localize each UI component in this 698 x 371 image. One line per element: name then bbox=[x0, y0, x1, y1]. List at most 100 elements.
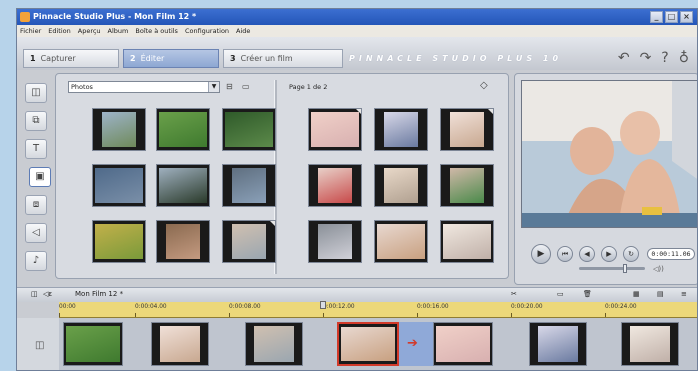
menus-tab-icon[interactable]: ⧈ bbox=[25, 195, 47, 215]
mode-tab-bar: 1 Capturer 2 Éditer 3 Créer un film PINNACL… bbox=[17, 37, 697, 70]
menu-setup[interactable]: Configuration bbox=[185, 25, 229, 37]
menu-toolbox[interactable]: Boîte à outils bbox=[135, 25, 178, 37]
transition-slot[interactable]: ➔ bbox=[399, 322, 433, 366]
album-thumbnail[interactable] bbox=[440, 108, 494, 151]
volume-icon[interactable]: ◁)) bbox=[653, 265, 664, 273]
album-thumbnail[interactable] bbox=[374, 220, 428, 263]
album-tabs: ◫ ⧉ T ▣ ⧈ ◁ ♪ bbox=[21, 73, 51, 285]
album-thumbnail[interactable] bbox=[156, 164, 210, 207]
arrow-right-icon: ➔ bbox=[407, 336, 418, 351]
titles-tab-icon[interactable]: T bbox=[25, 139, 47, 159]
thumbnail-image bbox=[166, 224, 200, 259]
thumbnail-image bbox=[95, 224, 143, 259]
scrubber-knob[interactable] bbox=[623, 264, 627, 273]
thumbnail-image bbox=[159, 168, 207, 203]
timeline-playhead[interactable] bbox=[320, 301, 326, 309]
album-thumbnail[interactable] bbox=[374, 164, 428, 207]
dropdown-value: Photos bbox=[71, 83, 93, 91]
minimize-button[interactable]: _ bbox=[650, 11, 663, 23]
storyboard-icon[interactable]: ▭ bbox=[557, 290, 564, 298]
album-thumbnail[interactable] bbox=[92, 164, 146, 207]
thumbnail-image bbox=[102, 112, 136, 147]
sound-effects-tab-icon[interactable]: ◁ bbox=[25, 223, 47, 243]
preview-screen bbox=[521, 80, 697, 228]
next-page-icon[interactable]: ◇ bbox=[480, 80, 488, 91]
audio-toolbox-icon[interactable]: ◁ε bbox=[43, 290, 52, 298]
menu-album[interactable]: Album bbox=[108, 25, 129, 37]
album-thumbnail[interactable] bbox=[222, 220, 276, 263]
album-thumbnail[interactable] bbox=[156, 108, 210, 151]
thumbnail-image bbox=[311, 112, 359, 147]
razor-icon[interactable]: ✂ bbox=[511, 290, 517, 298]
album-thumbnail[interactable] bbox=[308, 164, 362, 207]
list-view-icon[interactable]: ≡ bbox=[681, 290, 687, 298]
timeline-ruler[interactable]: 00:00 0:00:04.00 0:00:08.00 0:00:12.00 0:00:… bbox=[59, 302, 697, 318]
tab-label: Créer un film bbox=[240, 54, 293, 63]
ruler-tick-label: 0:00:04.00 bbox=[135, 304, 167, 310]
menu-help[interactable]: Aide bbox=[236, 25, 250, 37]
tab-label: Éditer bbox=[140, 54, 165, 63]
ruler-tick bbox=[229, 313, 230, 317]
tab-edit[interactable]: 2 Éditer bbox=[123, 49, 219, 68]
timeline-clip[interactable] bbox=[337, 322, 399, 366]
timeline-clip[interactable] bbox=[245, 322, 303, 366]
text-view-icon[interactable]: ▤ bbox=[657, 290, 664, 298]
album-section-dropdown[interactable]: Photos ▼ bbox=[68, 81, 220, 93]
timeline-clip[interactable] bbox=[433, 322, 493, 366]
album-thumbnail[interactable] bbox=[222, 164, 276, 207]
tab-number: 3 bbox=[230, 54, 236, 63]
album-thumbnail[interactable] bbox=[440, 164, 494, 207]
track-header: ◫ bbox=[17, 318, 60, 370]
loop-button[interactable]: ↻ bbox=[623, 246, 639, 262]
album-thumbnail[interactable] bbox=[440, 220, 494, 263]
help-icon[interactable]: ? bbox=[661, 50, 668, 66]
timeline-clip[interactable] bbox=[63, 322, 123, 366]
video-tab-icon[interactable]: ◫ bbox=[25, 83, 47, 103]
timecode-display[interactable]: 0:00:11.06 bbox=[647, 248, 695, 260]
maximize-button[interactable]: □ bbox=[665, 11, 678, 23]
project-title: Mon Film 12 * bbox=[75, 290, 124, 298]
clip-image bbox=[436, 326, 490, 362]
step-forward-button[interactable]: ▶ bbox=[601, 246, 617, 262]
clip-image bbox=[341, 327, 395, 361]
album-thumbnail[interactable] bbox=[156, 220, 210, 263]
album-thumbnail[interactable] bbox=[92, 220, 146, 263]
thumbnail-image bbox=[159, 112, 207, 147]
music-tab-icon[interactable]: ♪ bbox=[25, 251, 47, 271]
open-folder-icon[interactable]: ⊟ bbox=[226, 82, 233, 91]
scrubber-track[interactable] bbox=[579, 264, 645, 273]
tab-capture[interactable]: 1 Capturer bbox=[23, 49, 119, 68]
timeline-clip[interactable] bbox=[151, 322, 209, 366]
redo-icon[interactable]: ↷ bbox=[640, 50, 652, 66]
tab-make-movie[interactable]: 3 Créer un film bbox=[223, 49, 343, 68]
bulb-icon[interactable]: ♁ bbox=[679, 50, 689, 66]
thumbnail-image bbox=[450, 168, 484, 203]
photos-tab-icon[interactable]: ▣ bbox=[29, 167, 51, 187]
timeline-clip[interactable] bbox=[529, 322, 587, 366]
album-thumbnail[interactable] bbox=[308, 108, 362, 151]
transitions-tab-icon[interactable]: ⧉ bbox=[25, 111, 47, 131]
play-button[interactable]: ▶ bbox=[531, 244, 551, 264]
folder-icon[interactable]: ▭ bbox=[242, 82, 250, 91]
movie-window-icon[interactable]: ◫ bbox=[31, 290, 38, 298]
step-back-button[interactable]: ◀ bbox=[579, 246, 595, 262]
tab-number: 1 bbox=[30, 54, 36, 63]
timeline-view-icon[interactable]: ▦ bbox=[633, 290, 640, 298]
rewind-button[interactable]: ⏮ bbox=[557, 246, 573, 262]
undo-icon[interactable]: ↶ bbox=[618, 50, 630, 66]
menu-preview[interactable]: Aperçu bbox=[78, 25, 101, 37]
clip-image bbox=[538, 326, 578, 362]
album-thumbnail[interactable] bbox=[308, 220, 362, 263]
clip-image bbox=[254, 326, 294, 362]
menu-file[interactable]: Fichier bbox=[20, 25, 41, 37]
close-button[interactable]: × bbox=[680, 11, 693, 23]
ruler-tick bbox=[417, 313, 418, 317]
album-thumbnail[interactable] bbox=[374, 108, 428, 151]
trash-icon[interactable]: 🗑 bbox=[583, 290, 592, 298]
timeline-clip[interactable] bbox=[621, 322, 679, 366]
album-thumbnail[interactable] bbox=[222, 108, 276, 151]
page-corner-icon bbox=[270, 221, 275, 226]
thumbnail-image bbox=[95, 168, 143, 203]
album-thumbnail[interactable] bbox=[92, 108, 146, 151]
menu-edit[interactable]: Edition bbox=[48, 25, 71, 37]
